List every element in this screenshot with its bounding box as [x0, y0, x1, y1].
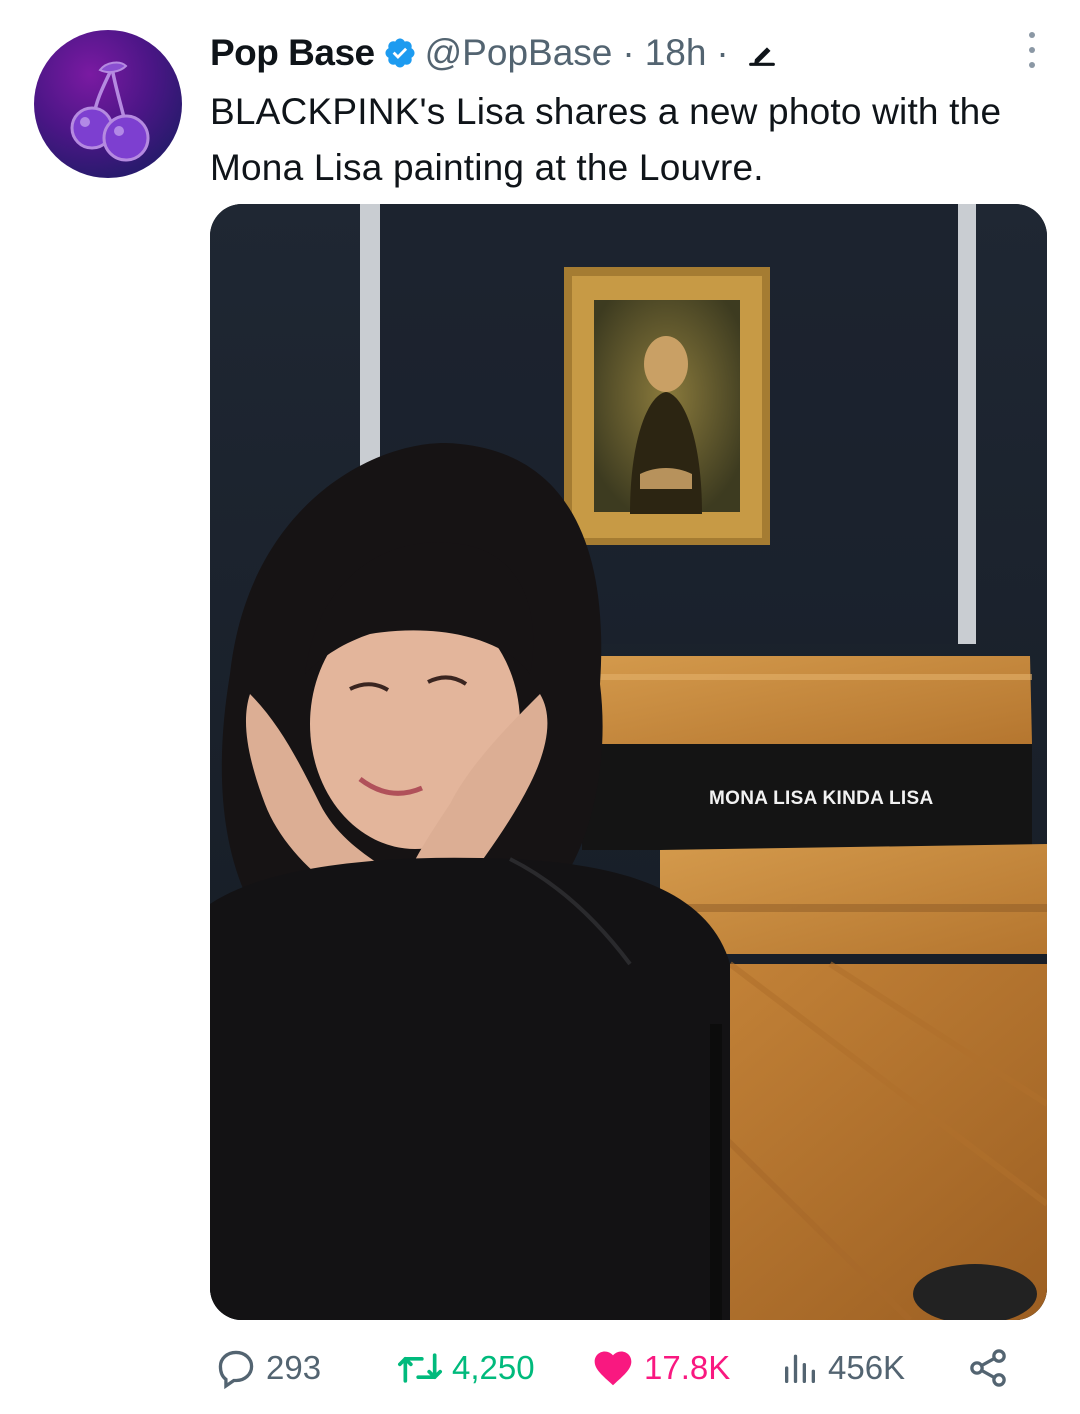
author-handle[interactable]: @PopBase	[425, 32, 613, 74]
share-button[interactable]	[966, 1340, 1018, 1396]
reply-icon	[214, 1346, 258, 1390]
avatar[interactable]	[34, 30, 182, 178]
photo-caption: MONA LISA KINDA LISA	[709, 788, 934, 809]
like-button[interactable]: 17.8K	[590, 1340, 730, 1396]
tweet-photo[interactable]: MONA LISA KINDA LISA	[210, 204, 1047, 1320]
like-count: 17.8K	[644, 1349, 731, 1386]
retweet-icon	[396, 1346, 444, 1390]
reply-button[interactable]: 293	[214, 1340, 321, 1396]
separator-2: ·	[716, 32, 729, 73]
tweet-time[interactable]: 18h	[645, 32, 707, 74]
heart-icon	[590, 1346, 636, 1390]
retweet-count: 4,250	[452, 1349, 535, 1386]
action-bar: 293 4,250 17.8K 456K	[0, 1340, 1080, 1400]
cherries-icon	[70, 61, 150, 162]
reply-count: 293	[266, 1349, 322, 1386]
verified-badge-icon	[383, 36, 417, 70]
tweet-header: Pop Base @PopBase · 18h ·	[210, 28, 779, 78]
separator: ·	[622, 32, 635, 73]
tweet-text: BLACKPINK's Lisa shares a new photo with…	[210, 91, 1002, 188]
edited-pencil-icon[interactable]	[745, 36, 779, 70]
retweet-button[interactable]: 4,250	[396, 1340, 535, 1396]
louvre-photo-illustration	[210, 204, 1047, 1320]
more-options-icon[interactable]	[1020, 32, 1044, 68]
view-count: 456K	[828, 1349, 906, 1386]
author-name[interactable]: Pop Base	[210, 32, 375, 74]
analytics-bars-icon	[780, 1346, 820, 1390]
views-button[interactable]: 456K	[780, 1340, 905, 1396]
share-icon	[966, 1346, 1010, 1390]
